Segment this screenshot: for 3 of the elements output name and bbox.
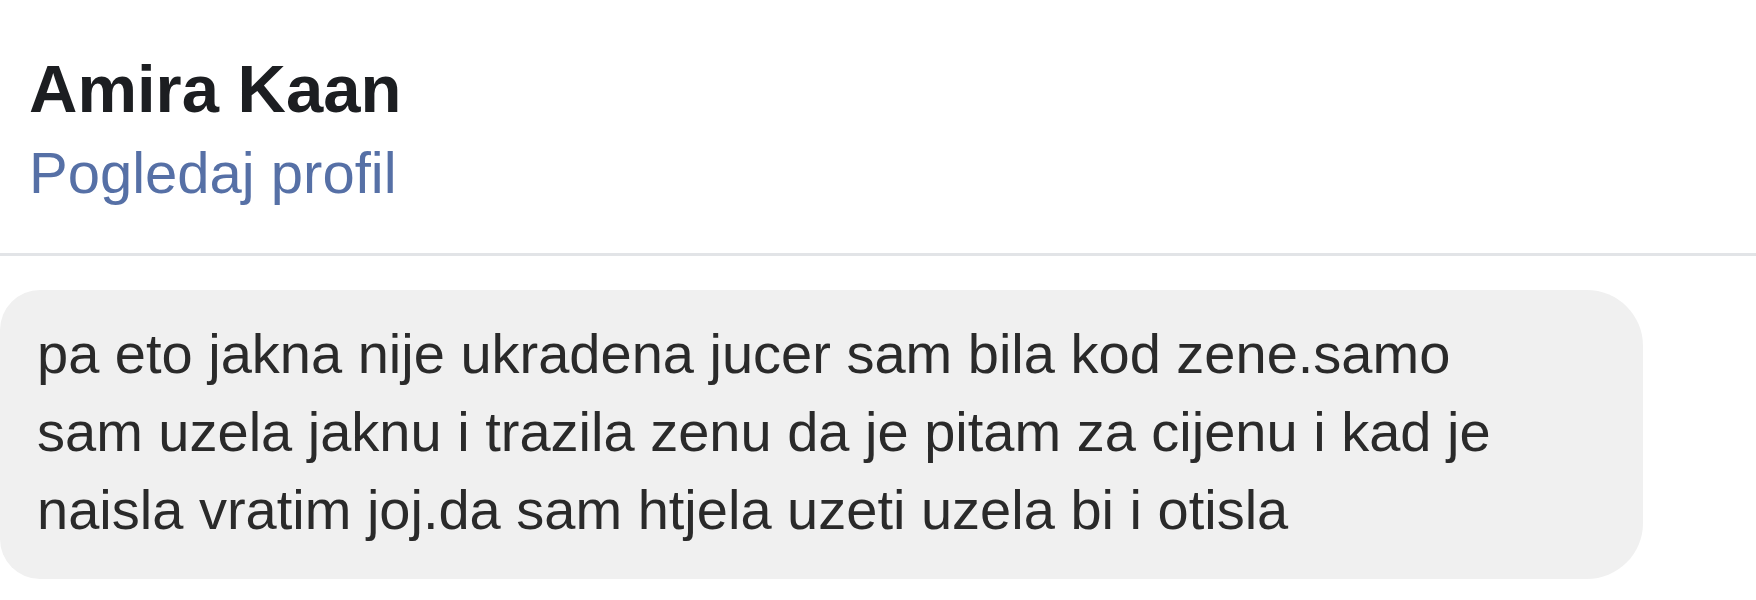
profile-name: Amira Kaan [29,51,402,127]
view-profile-link[interactable]: Pogledaj profil [29,140,397,206]
message-bubble: pa eto jakna nije ukradena jucer sam bila kod zene.samo sam uzela jaknu i trazila zenu da je pitam za cijenu i kad je naisla vratim joj.da sam htjela uzeti uzela bi i otisla [0,290,1643,579]
